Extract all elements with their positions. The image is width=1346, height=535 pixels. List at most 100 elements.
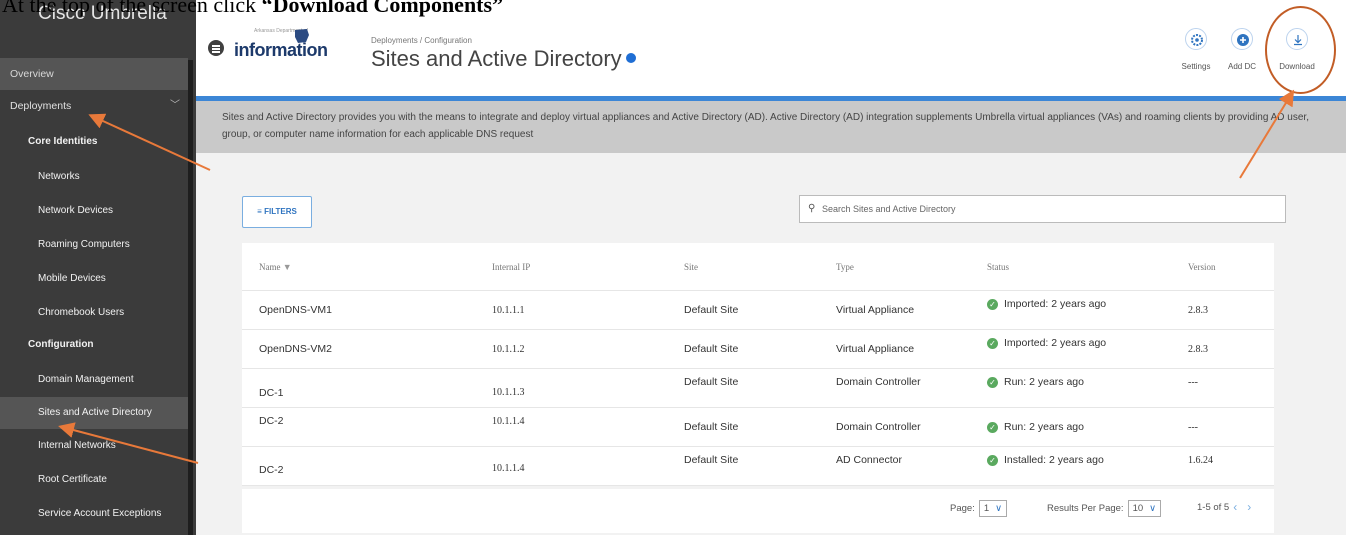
check-circle-icon: ✓ bbox=[987, 421, 998, 433]
cell-type: Domain Controller bbox=[836, 376, 921, 388]
prev-page-icon[interactable]: ‹ bbox=[1233, 500, 1247, 514]
check-circle-icon: ✓ bbox=[987, 298, 998, 310]
table-row[interactable]: OpenDNS-VM2 10.1.1.2 Default Site Virtua… bbox=[242, 330, 1274, 369]
gear-icon bbox=[1185, 28, 1207, 50]
settings-label: Settings bbox=[1181, 62, 1211, 71]
cell-site: Default Site bbox=[684, 454, 739, 466]
sidebar-item-chromebook-users[interactable]: Chromebook Users bbox=[0, 297, 188, 329]
sidebar-scrollbar[interactable] bbox=[188, 60, 193, 535]
cell-version: 2.8.3 bbox=[1188, 304, 1208, 316]
search-placeholder: Search Sites and Active Directory bbox=[822, 204, 956, 214]
column-header-type: Type bbox=[836, 261, 854, 272]
add-dc-label: Add DC bbox=[1227, 62, 1256, 71]
sidebar-item-domain-management[interactable]: Domain Management bbox=[0, 364, 188, 396]
cell-name[interactable]: OpenDNS-VM2 bbox=[259, 330, 332, 368]
check-circle-icon: ✓ bbox=[987, 376, 998, 388]
chevron-down-icon: ﹀ bbox=[170, 100, 180, 111]
info-banner: Sites and Active Directory provides you … bbox=[196, 101, 1346, 153]
range-and-arrows: 1-5 of 5 ‹› bbox=[1197, 500, 1261, 514]
page-range: 1-5 of 5 bbox=[1197, 501, 1230, 513]
sidebar-item-root-certificate[interactable]: Root Certificate bbox=[0, 464, 188, 496]
instruction-caption: At the top of the screen click “Download… bbox=[2, 0, 503, 18]
page-title-wrap: Sites and Active Directory bbox=[371, 46, 636, 72]
chevron-down-icon: ∨ bbox=[1149, 503, 1157, 514]
settings-button[interactable]: Settings bbox=[1171, 28, 1221, 71]
sites-table: Name ▼ Internal IP Site Type Status Vers… bbox=[242, 243, 1274, 486]
filter-icon: ≡ bbox=[257, 207, 262, 216]
check-circle-icon: ✓ bbox=[987, 454, 998, 466]
status-text: Run: 2 years ago bbox=[1004, 421, 1084, 433]
sidebar-item-overview[interactable]: Overview bbox=[0, 58, 188, 90]
info-icon[interactable] bbox=[625, 53, 636, 64]
table-row[interactable]: DC-2 10.1.1.4 Default Site Domain Contro… bbox=[242, 408, 1274, 447]
table-row[interactable]: OpenDNS-VM1 10.1.1.1 Default Site Virtua… bbox=[242, 291, 1274, 330]
cell-name[interactable]: DC-2 bbox=[259, 447, 284, 485]
sidebar-item-sites-and-active-directory[interactable]: Sites and Active Directory bbox=[0, 397, 188, 429]
column-header-status: Status bbox=[987, 261, 1010, 272]
filters-label: FILTERS bbox=[264, 207, 297, 216]
logo-word: information bbox=[234, 40, 328, 60]
rpp-select[interactable]: 10 ∨ bbox=[1127, 500, 1162, 517]
annotation-highlight-circle bbox=[1265, 6, 1336, 94]
status-text: Run: 2 years ago bbox=[1004, 376, 1084, 388]
cell-site: Default Site bbox=[684, 376, 739, 388]
cell-name[interactable]: OpenDNS-VM1 bbox=[259, 291, 332, 329]
cell-type: AD Connector bbox=[836, 454, 902, 466]
cell-status: ✓ Imported: 2 years ago bbox=[987, 324, 1106, 362]
page-select[interactable]: 1 ∨ bbox=[978, 500, 1008, 517]
page-title: Sites and Active Directory bbox=[371, 46, 622, 71]
status-text: Imported: 2 years ago bbox=[1004, 298, 1107, 310]
breadcrumb: Deployments / Configuration bbox=[371, 36, 472, 45]
status-text: Imported: 2 years ago bbox=[1004, 337, 1107, 349]
sidebar-item-network-devices[interactable]: Network Devices bbox=[0, 195, 188, 227]
sidebar-section-configuration[interactable]: Configuration bbox=[0, 329, 188, 361]
sidebar-item-internal-networks[interactable]: Internal Networks bbox=[0, 430, 188, 462]
next-page-icon[interactable]: › bbox=[1247, 500, 1261, 514]
search-input[interactable]: ⚲ Search Sites and Active Directory bbox=[799, 195, 1286, 223]
cell-status: ✓ Run: 2 years ago bbox=[987, 363, 1084, 401]
rpp-label: Results Per Page: bbox=[1047, 503, 1124, 514]
page-label: Page: bbox=[950, 503, 975, 514]
cell-internal-ip: 10.1.1.2 bbox=[492, 343, 525, 355]
sidebar-item-label: Deployments bbox=[10, 100, 72, 112]
table-header-row: Name ▼ Internal IP Site Type Status Vers… bbox=[242, 243, 1274, 291]
chevron-down-icon: ∨ bbox=[995, 503, 1003, 514]
caption-bold: “Download Components” bbox=[261, 0, 504, 17]
sidebar-item-deployments[interactable]: Deployments ﹀ bbox=[0, 90, 188, 122]
sidebar-item-service-account-exceptions[interactable]: Service Account Exceptions bbox=[0, 498, 188, 530]
search-icon: ⚲ bbox=[808, 203, 816, 214]
cell-internal-ip: 10.1.1.4 bbox=[492, 415, 525, 427]
header-label: Name bbox=[259, 261, 281, 272]
plus-icon bbox=[1231, 28, 1253, 50]
results-per-page-selector: Results Per Page: 10 ∨ bbox=[1047, 500, 1162, 517]
page-selector: Page: 1 ∨ bbox=[950, 500, 1008, 517]
agency-logo: Arkansas Department of information bbox=[234, 28, 354, 62]
sidebar: Cisco Umbrella Overview Deployments ﹀ Co… bbox=[0, 0, 196, 535]
column-header-site: Site bbox=[684, 261, 699, 272]
table-row[interactable]: DC-2 10.1.1.4 Default Site AD Connector … bbox=[242, 447, 1274, 486]
status-text: Installed: 2 years ago bbox=[1004, 454, 1104, 466]
cell-site: Default Site bbox=[684, 304, 739, 316]
sidebar-item-roaming-computers[interactable]: Roaming Computers bbox=[0, 229, 188, 261]
sidebar-item-mobile-devices[interactable]: Mobile Devices bbox=[0, 263, 188, 295]
page-value: 1 bbox=[983, 503, 990, 514]
sidebar-section-core[interactable]: Core Identities bbox=[0, 126, 188, 158]
sort-down-icon[interactable]: ▼ bbox=[283, 262, 292, 272]
cell-status: ✓ Installed: 2 years ago bbox=[987, 441, 1104, 479]
table-row[interactable]: DC-1 10.1.1.3 Default Site Domain Contro… bbox=[242, 369, 1274, 408]
cell-internal-ip: 10.1.1.4 bbox=[492, 462, 525, 474]
cell-status: ✓ Imported: 2 years ago bbox=[987, 285, 1106, 323]
cell-name[interactable]: DC-2 bbox=[259, 402, 284, 440]
menu-icon[interactable] bbox=[208, 40, 224, 56]
cell-internal-ip: 10.1.1.1 bbox=[492, 304, 525, 316]
rpp-value: 10 bbox=[1132, 503, 1144, 514]
main-content: ≡ FILTERS ⚲ Search Sites and Active Dire… bbox=[196, 153, 1346, 535]
sidebar-item-networks[interactable]: Networks bbox=[0, 161, 188, 193]
filters-button[interactable]: ≡ FILTERS bbox=[242, 196, 312, 228]
pagination: Page: 1 ∨ Results Per Page: 10 ∨ 1-5 of 5 … bbox=[242, 489, 1274, 533]
column-header-internal-ip: Internal IP bbox=[492, 261, 531, 272]
check-circle-icon: ✓ bbox=[987, 337, 998, 349]
column-header-name[interactable]: Name ▼ bbox=[259, 243, 292, 290]
add-dc-button[interactable]: Add DC bbox=[1217, 28, 1267, 71]
cell-version: 1.6.24 bbox=[1188, 454, 1213, 466]
